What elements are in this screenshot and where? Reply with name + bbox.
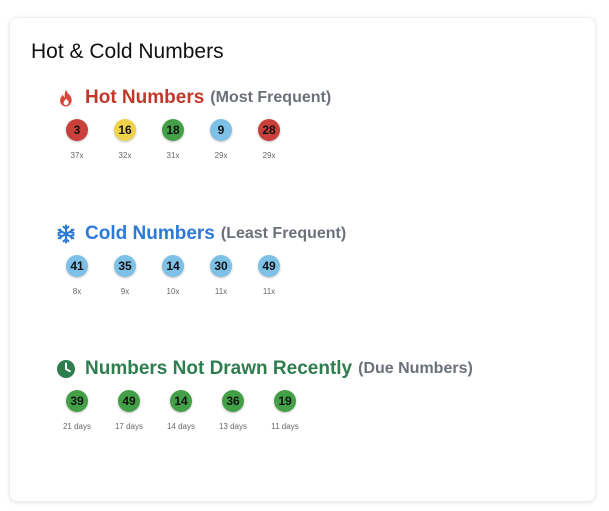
due-numbers-title: Numbers Not Drawn Recently [85,358,353,379]
number-item: 49 11x [244,255,294,296]
number-item: 35 9x [100,255,150,296]
number-ball: 28 [258,119,280,141]
number-item: 18 31x [148,119,198,160]
number-item: 28 29x [244,119,294,160]
number-ball: 18 [162,119,184,141]
cold-numbers-title: Cold Numbers [85,223,215,244]
card-title: Hot & Cold Numbers [31,40,224,63]
number-ball: 39 [66,390,88,412]
hot-numbers-title: Hot Numbers [85,87,205,108]
days-since-label: 21 days [62,422,92,431]
clock-icon [56,359,76,379]
number-ball: 41 [66,255,88,277]
fire-icon [56,88,76,108]
frequency-label: 8x [72,287,82,296]
number-item: 3 37x [52,119,102,160]
cold-numbers-balls: 41 8x 35 9x 14 10x 30 11x 49 11x [56,255,346,305]
cold-numbers-section: Cold Numbers (Least Frequent) 41 8x 35 9x 14… [56,222,346,305]
hot-numbers-section: Hot Numbers (Most Frequent) 3 37x 16 32x 18 3… [56,86,331,169]
number-item: 36 13 days [208,390,258,431]
frequency-label: 10x [166,287,180,296]
number-item: 19 11 days [260,390,310,431]
number-ball: 49 [118,390,140,412]
number-item: 14 14 days [156,390,206,431]
hot-numbers-subtitle: (Most Frequent) [210,89,332,106]
number-ball: 36 [222,390,244,412]
number-ball: 9 [210,119,232,141]
due-numbers-section: Numbers Not Drawn Recently (Due Numbers)… [56,357,473,440]
hot-numbers-heading: Hot Numbers (Most Frequent) [56,86,331,110]
number-item: 16 32x [100,119,150,160]
frequency-label: 11x [262,287,276,296]
cold-numbers-heading: Cold Numbers (Least Frequent) [56,222,346,246]
frequency-label: 32x [118,151,132,160]
snowflake-icon [56,224,76,244]
number-ball: 3 [66,119,88,141]
days-since-label: 13 days [218,422,248,431]
number-ball: 19 [274,390,296,412]
frequency-label: 31x [166,151,180,160]
days-since-label: 14 days [166,422,196,431]
number-item: 14 10x [148,255,198,296]
number-item: 39 21 days [52,390,102,431]
frequency-label: 29x [214,151,228,160]
frequency-label: 29x [262,151,276,160]
number-ball: 30 [210,255,232,277]
number-item: 30 11x [196,255,246,296]
cold-numbers-subtitle: (Least Frequent) [220,225,347,242]
number-item: 49 17 days [104,390,154,431]
number-ball: 35 [114,255,136,277]
number-ball: 49 [258,255,280,277]
frequency-label: 9x [120,287,130,296]
frequency-label: 37x [70,151,84,160]
days-since-label: 11 days [271,422,299,431]
days-since-label: 17 days [114,422,144,431]
hot-numbers-balls: 3 37x 16 32x 18 31x 9 29x 28 29x [56,119,331,169]
number-item: 9 29x [196,119,246,160]
hot-cold-card: Hot & Cold Numbers Hot Numbers (Most Fre… [9,17,596,502]
due-numbers-balls: 39 21 days 49 17 days 14 14 days 36 13 days 19 11… [56,390,473,440]
due-numbers-heading: Numbers Not Drawn Recently (Due Numbers) [56,357,473,381]
number-ball: 16 [114,119,136,141]
number-item: 41 8x [52,255,102,296]
number-ball: 14 [162,255,184,277]
number-ball: 14 [170,390,192,412]
frequency-label: 11x [214,287,228,296]
due-numbers-subtitle: (Due Numbers) [358,360,473,377]
